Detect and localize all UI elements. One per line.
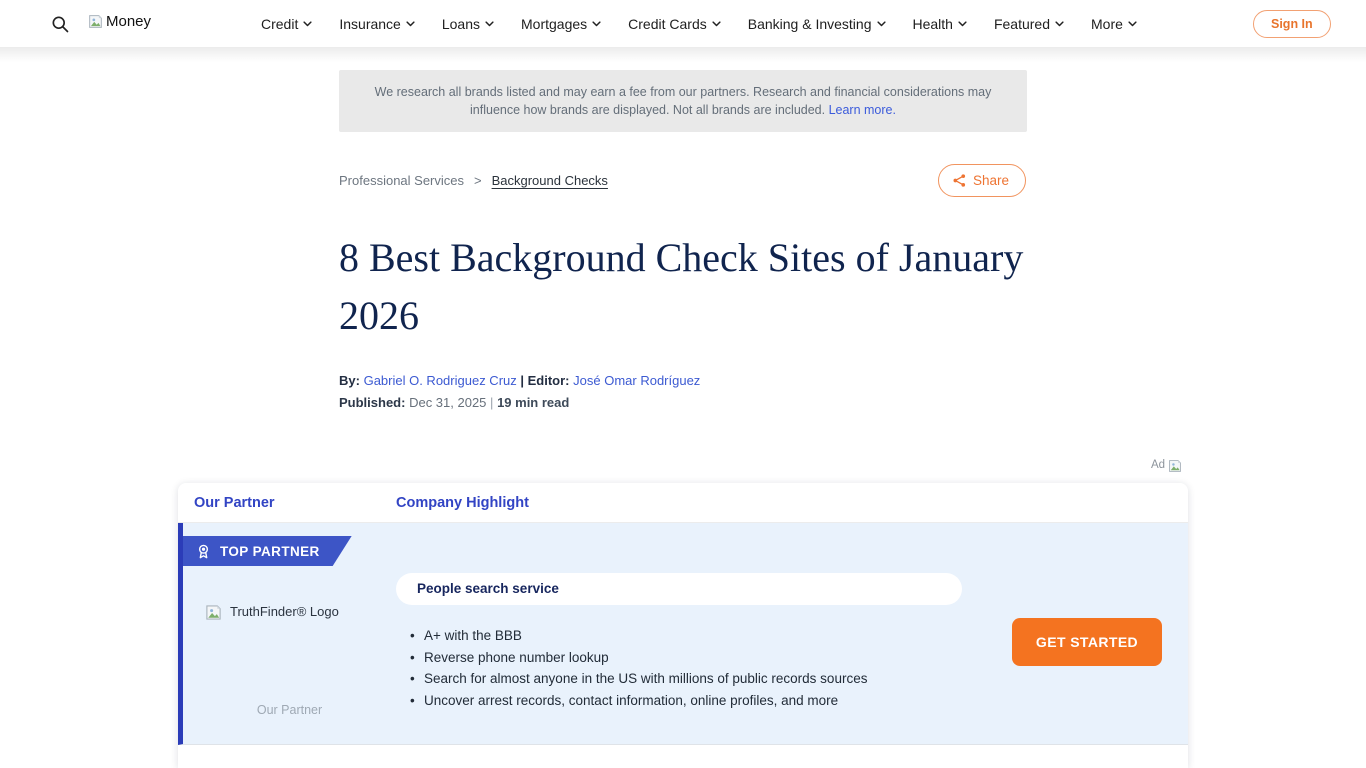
published-label: Published: bbox=[339, 395, 405, 410]
chevron-down-icon bbox=[303, 21, 312, 27]
nav-item-mortgages[interactable]: Mortgages bbox=[521, 16, 601, 32]
chevron-down-icon bbox=[712, 21, 721, 27]
highlight-bullet-list: A+ with the BBB Reverse phone number loo… bbox=[410, 625, 867, 711]
ad-label: Ad bbox=[1151, 459, 1165, 471]
broken-image-icon bbox=[205, 604, 222, 621]
nav-item-more[interactable]: More bbox=[1091, 16, 1137, 32]
site-logo[interactable]: Money bbox=[88, 13, 151, 30]
company-highlight-cell: People search service A+ with the BBB Re… bbox=[396, 523, 1188, 744]
breadcrumb-current[interactable]: Background Checks bbox=[492, 173, 608, 188]
highlight-bullet: A+ with the BBB bbox=[410, 625, 867, 647]
author-link[interactable]: Gabriel O. Rodriguez Cruz bbox=[364, 373, 517, 388]
broken-image-icon bbox=[88, 14, 103, 29]
page-title: 8 Best Background Check Sites of January… bbox=[339, 229, 1031, 345]
nav-item-credit-cards[interactable]: Credit Cards bbox=[628, 16, 721, 32]
published-line: Published: Dec 31, 2025 | 19 min read bbox=[339, 395, 569, 410]
by-label: By: bbox=[339, 373, 360, 388]
site-logo-alt-text: Money bbox=[106, 13, 151, 30]
top-navbar: Money Credit Insurance Loans Mortgages C… bbox=[0, 0, 1366, 48]
page: Money Credit Insurance Loans Mortgages C… bbox=[0, 0, 1366, 768]
truthfinder-logo-alt-text: TruthFinder® Logo bbox=[230, 604, 339, 619]
highlight-bullet: Search for almost anyone in the US with … bbox=[410, 668, 867, 690]
search-icon[interactable] bbox=[50, 13, 72, 35]
truthfinder-logo[interactable]: TruthFinder® Logo bbox=[205, 604, 339, 621]
get-started-button[interactable]: GET STARTED bbox=[1012, 618, 1162, 666]
main-nav: Credit Insurance Loans Mortgages Credit … bbox=[261, 0, 1137, 48]
breadcrumb: Professional Services > Background Check… bbox=[339, 173, 608, 188]
column-header-company-highlight: Company Highlight bbox=[396, 495, 529, 511]
next-table-row-partial bbox=[178, 745, 1188, 767]
editor-label: | Editor: bbox=[520, 373, 569, 388]
ad-slot: Ad bbox=[1151, 459, 1182, 473]
broken-image-icon bbox=[1168, 459, 1182, 473]
sign-in-button[interactable]: Sign In bbox=[1253, 10, 1331, 38]
breadcrumb-row: Professional Services > Background Check… bbox=[339, 164, 1027, 198]
chevron-down-icon bbox=[406, 21, 415, 27]
partner-logo-cell: TruthFinder® Logo Our Partner bbox=[183, 523, 396, 744]
share-button[interactable]: Share bbox=[938, 164, 1026, 197]
partner-table-header: Our Partner Company Highlight bbox=[178, 483, 1188, 523]
editor-link[interactable]: José Omar Rodríguez bbox=[573, 373, 700, 388]
disclosure-text: We research all brands listed and may ea… bbox=[375, 85, 992, 117]
highlight-pill: People search service bbox=[396, 573, 962, 605]
top-partner-row: TOP PARTNER TruthFinder® Logo Our Partne… bbox=[178, 523, 1188, 745]
highlight-bullet: Uncover arrest records, contact informat… bbox=[410, 690, 867, 712]
chevron-down-icon bbox=[877, 21, 886, 27]
byline: By: Gabriel O. Rodriguez Cruz | Editor: … bbox=[339, 373, 700, 388]
highlight-bullet: Reverse phone number lookup bbox=[410, 647, 867, 669]
nav-item-credit[interactable]: Credit bbox=[261, 16, 312, 32]
nav-item-health[interactable]: Health bbox=[913, 16, 967, 32]
nav-item-loans[interactable]: Loans bbox=[442, 16, 494, 32]
chevron-down-icon bbox=[958, 21, 967, 27]
read-time: 19 min read bbox=[497, 395, 569, 410]
partner-table: Our Partner Company Highlight TOP PARTNE… bbox=[178, 483, 1188, 768]
chevron-down-icon bbox=[592, 21, 601, 27]
published-date: Dec 31, 2025 bbox=[409, 395, 486, 410]
nav-item-banking-investing[interactable]: Banking & Investing bbox=[748, 16, 886, 32]
nav-item-featured[interactable]: Featured bbox=[994, 16, 1064, 32]
nav-item-insurance[interactable]: Insurance bbox=[339, 16, 414, 32]
chevron-down-icon bbox=[485, 21, 494, 27]
breadcrumb-separator: > bbox=[474, 173, 482, 188]
breadcrumb-parent[interactable]: Professional Services bbox=[339, 173, 464, 188]
chevron-down-icon bbox=[1055, 21, 1064, 27]
column-header-our-partner: Our Partner bbox=[194, 495, 396, 511]
chevron-down-icon bbox=[1128, 21, 1137, 27]
our-partner-caption: Our Partner bbox=[183, 703, 396, 717]
advertiser-disclosure: We research all brands listed and may ea… bbox=[339, 70, 1027, 132]
share-icon bbox=[952, 173, 967, 188]
learn-more-link[interactable]: Learn more. bbox=[829, 103, 896, 117]
